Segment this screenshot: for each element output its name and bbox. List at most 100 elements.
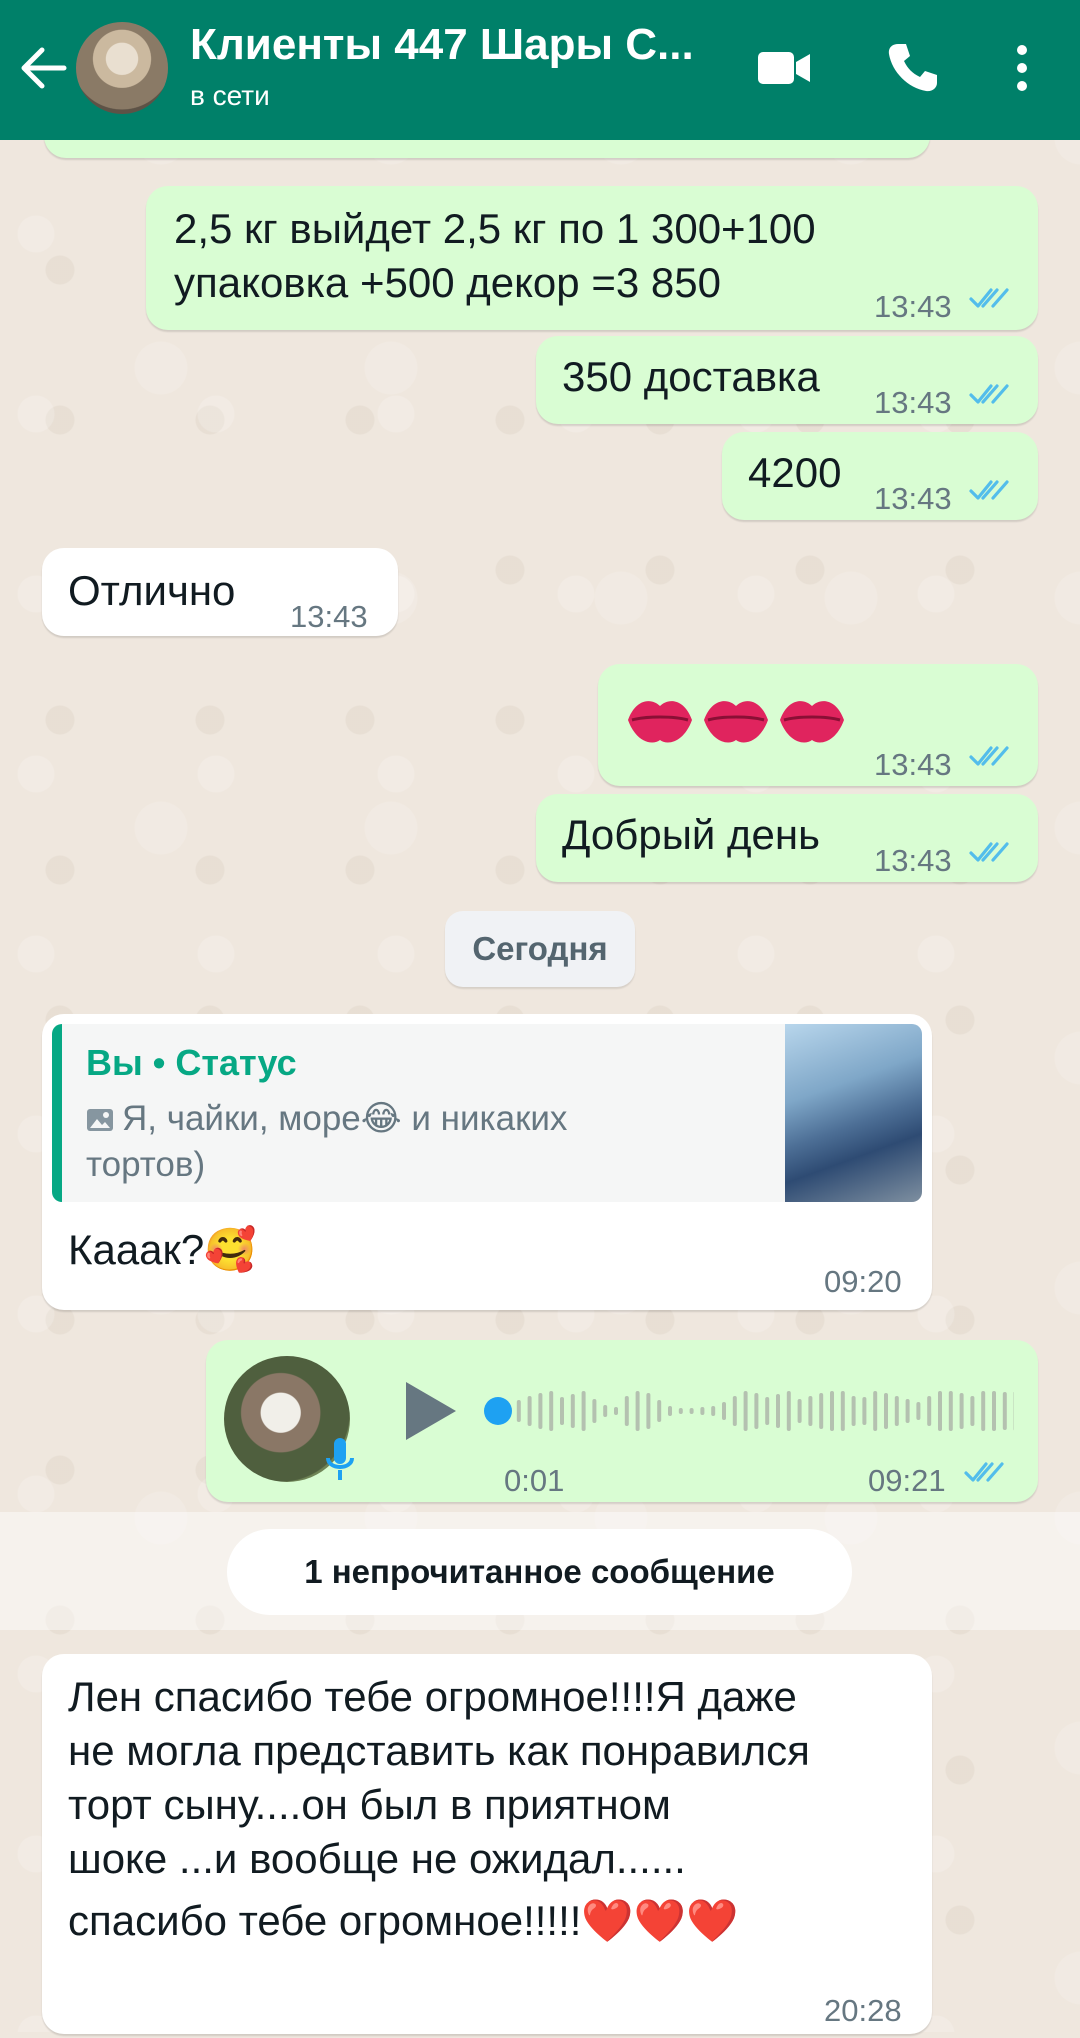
message-text: шоке ...и вообще не ожидал...... <box>68 1832 686 1886</box>
arrow-left-icon[interactable] <box>14 38 74 98</box>
message-time: 13:43 <box>874 280 952 334</box>
date-divider: Сегодня <box>445 911 635 987</box>
waveform-bar <box>571 1394 575 1428</box>
message-bubble[interactable]: Добрый день 13:43 <box>536 794 1038 882</box>
message-time: 13:43 <box>290 590 368 644</box>
status-thumbnail <box>785 1024 922 1202</box>
message-text: не могла представить как понравился <box>68 1724 810 1778</box>
chat-header: Клиенты 447 Шары С... в сети <box>0 0 1080 140</box>
waveform-bar <box>679 1408 683 1414</box>
quoted-status[interactable]: Вы • Статус Я, чайки, море😂 и никаких то… <box>52 1024 922 1202</box>
waveform-bar <box>895 1396 899 1426</box>
message-text: спасибо тебе огромное!!!!!❤️❤️❤️ <box>68 1894 738 1948</box>
waveform-bar <box>582 1391 586 1431</box>
message-text: Добрый день <box>562 808 820 862</box>
waveform-bar <box>830 1391 834 1431</box>
message-bubble[interactable]: 350 доставка 13:43 <box>536 336 1038 424</box>
quote-bar <box>52 1024 62 1202</box>
waveform-bar <box>981 1391 985 1431</box>
waveform-bar <box>517 1400 521 1422</box>
playhead-handle[interactable] <box>484 1397 512 1425</box>
waveform-bar <box>549 1391 553 1431</box>
waveform-bar <box>916 1402 920 1420</box>
message-time: 13:43 <box>874 376 952 430</box>
waveform-bar <box>528 1396 532 1426</box>
waveform-bar <box>798 1399 802 1423</box>
message-bubble[interactable]: 4200 13:43 <box>722 432 1038 520</box>
waveform-bar <box>636 1391 640 1431</box>
waveform-bar <box>538 1393 542 1429</box>
kiss-mark-icon <box>700 692 772 750</box>
message-list[interactable]: 2,5 кг выйдет 2,5 кг по 1 300+100 упаков… <box>0 0 1080 2032</box>
message-bubble[interactable]: Отлично 13:43 <box>42 548 398 636</box>
more-vert-icon[interactable] <box>990 36 1054 100</box>
waveform-bar <box>852 1396 856 1426</box>
message-bubble[interactable]: 2,5 кг выйдет 2,5 кг по 1 300+100 упаков… <box>146 186 1038 330</box>
waveform-bar <box>927 1396 931 1426</box>
unread-banner: 1 непрочитанное сообщение <box>227 1529 852 1615</box>
waveform-bar <box>992 1391 996 1431</box>
read-ticks-icon <box>969 838 1013 866</box>
waveform-bar <box>949 1391 953 1431</box>
waveform-bar <box>560 1397 564 1425</box>
message-time: 20:28 <box>824 1984 902 2038</box>
message-time: 13:43 <box>874 738 952 792</box>
microphone-icon <box>324 1436 356 1484</box>
read-ticks-icon <box>969 380 1013 408</box>
waveform-bar <box>808 1396 812 1426</box>
waveform-bar <box>592 1399 596 1423</box>
voice-waveform[interactable] <box>484 1386 1014 1436</box>
video-call-icon[interactable] <box>752 36 816 100</box>
message-time: 09:20 <box>824 1264 902 1300</box>
message-text: Отлично <box>68 564 235 618</box>
message-text: торт сыну....он был в приятном <box>68 1778 671 1832</box>
waveform-bar <box>862 1397 866 1425</box>
waveform-bar <box>787 1391 791 1431</box>
message-text: 4200 <box>748 446 841 500</box>
waveform-bar <box>841 1391 845 1431</box>
waveform-bar <box>873 1391 877 1431</box>
voice-message-bubble[interactable]: 0:01 09:21 <box>206 1340 1038 1502</box>
waveform-bar <box>722 1402 726 1420</box>
waveform-bar <box>970 1396 974 1426</box>
waveform-bar <box>744 1391 748 1431</box>
read-ticks-icon <box>964 1458 1008 1486</box>
waveform-bar <box>906 1399 910 1423</box>
chat-status: в сети <box>190 80 270 112</box>
quote-sender: Вы • Статус <box>86 1042 297 1084</box>
waveform-bar <box>765 1397 769 1425</box>
kiss-mark-icon <box>624 692 696 750</box>
waveform-bar <box>625 1396 629 1426</box>
waveform-bar <box>960 1393 964 1429</box>
waveform-bar <box>711 1406 715 1416</box>
message-text: 350 доставка <box>562 350 820 404</box>
waveform-bar <box>668 1406 672 1416</box>
waveform-bar <box>614 1407 618 1415</box>
waveform-bar <box>819 1393 823 1429</box>
chat-title[interactable]: Клиенты 447 Шары С... <box>190 20 694 70</box>
message-text: Лен спасибо тебе огромное!!!!Я даже <box>68 1670 797 1724</box>
message-bubble[interactable]: Лен спасибо тебе огромное!!!!Я даже не м… <box>42 1654 932 2034</box>
waveform-bar <box>700 1407 704 1415</box>
avatar[interactable] <box>76 22 168 114</box>
waveform-bar <box>884 1393 888 1429</box>
waveform-bar <box>733 1396 737 1426</box>
waveform-bar <box>1003 1392 1007 1430</box>
read-ticks-icon <box>969 742 1013 770</box>
waveform-bar <box>646 1393 650 1429</box>
kiss-mark-icon <box>776 692 848 750</box>
play-icon[interactable] <box>402 1380 458 1442</box>
waveform-bar <box>754 1393 758 1429</box>
waveform-bar <box>776 1394 780 1428</box>
voice-elapsed: 0:01 <box>504 1454 564 1508</box>
message-bubble[interactable]: 13:43 <box>598 664 1038 786</box>
message-time: 13:43 <box>874 472 952 526</box>
waveform-bar <box>657 1400 661 1422</box>
message-text: 2,5 кг выйдет 2,5 кг по 1 300+100 <box>174 202 816 256</box>
message-text: упаковка +500 декор =3 850 <box>174 256 721 310</box>
read-ticks-icon <box>969 476 1013 504</box>
message-time: 13:43 <box>874 834 952 888</box>
message-time: 09:21 <box>868 1454 946 1508</box>
phone-icon[interactable] <box>880 36 944 100</box>
waveform-bar <box>690 1408 694 1414</box>
